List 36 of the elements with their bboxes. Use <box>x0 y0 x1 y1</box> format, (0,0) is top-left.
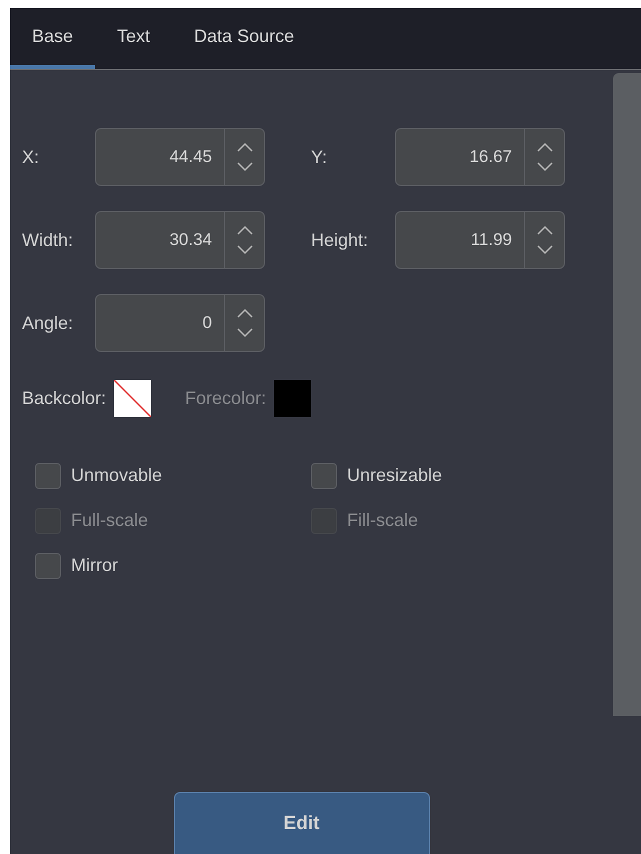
tab[interactable]: Base <box>10 8 96 69</box>
checkbox-label: Unmovable <box>71 464 162 487</box>
field-value: 30.34 <box>168 229 213 252</box>
tab[interactable]: Data Source <box>172 8 316 69</box>
checkbox-label: Full-scale <box>71 509 148 532</box>
spinner-icon[interactable] <box>236 140 254 174</box>
number-field[interactable]: 0 <box>95 294 265 352</box>
color-label: Backcolor: <box>22 387 106 410</box>
spinner-icon[interactable] <box>536 223 554 257</box>
number-field[interactable]: 16.67 <box>395 128 565 186</box>
field-label: Angle: <box>22 312 74 335</box>
spinner-icon[interactable] <box>236 223 254 257</box>
field-label: Height: <box>311 228 370 252</box>
field-value: 0 <box>202 312 213 334</box>
edit-button[interactable]: Edit <box>174 792 430 854</box>
color-label: Forecolor: <box>185 387 266 410</box>
checkbox[interactable] <box>35 462 61 488</box>
number-field[interactable]: 44.45 <box>95 128 265 186</box>
spinner-icon[interactable] <box>236 306 254 340</box>
field-value: 16.67 <box>468 146 513 168</box>
field-label: Width: <box>22 228 74 252</box>
field-value: 11.99 <box>470 229 513 252</box>
field-label: X: <box>22 146 40 168</box>
number-field[interactable]: 30.34 <box>95 211 265 269</box>
checkbox-label: Unresizable <box>347 464 442 487</box>
checkbox[interactable] <box>35 552 61 578</box>
tab[interactable]: Text <box>95 8 172 69</box>
spinner-icon[interactable] <box>536 140 554 174</box>
checkbox-label: Mirror <box>71 554 118 577</box>
scrollbar-thumb[interactable] <box>613 73 641 716</box>
field-label: Y: <box>311 146 328 168</box>
no-color-swatch[interactable] <box>114 380 152 417</box>
checkbox-label: Fill-scale <box>347 509 418 532</box>
checkbox[interactable] <box>311 462 337 488</box>
field-value: 44.45 <box>168 146 213 168</box>
number-field[interactable]: 11.99 <box>395 211 565 269</box>
